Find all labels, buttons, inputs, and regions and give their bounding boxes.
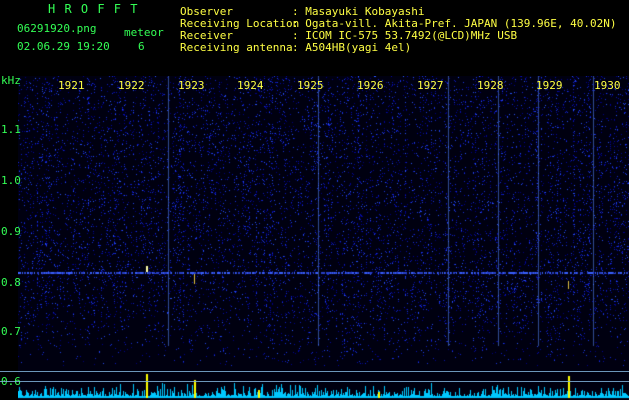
y-tick-0.9: 0.9 [1,225,21,238]
antenna-value: : A504HB(yagi 4el) [292,41,412,54]
y-tick-0.8: 0.8 [1,276,21,289]
meteor-count: 6 [138,40,145,53]
datetime: 02.06.29 19:20 [17,40,110,53]
receiver-label: Receiver [180,29,233,42]
antenna-label: Receiving antenna [180,41,293,54]
meteor-label: meteor [124,26,164,39]
x-tick-1924: 1924 [237,79,264,92]
x-tick-1923: 1923 [178,79,205,92]
y-tick-0.7: 0.7 [1,325,21,338]
location-label: Receiving Location [180,17,300,30]
x-tick-1922: 1922 [118,79,145,92]
file-name: 06291920.png [17,22,97,35]
app-title: H R O F F T [48,2,139,16]
x-tick-1929: 1929 [536,79,563,92]
reference-line-upper [0,371,629,372]
x-tick-1928: 1928 [477,79,504,92]
y-tick-1.0: 1.0 [1,174,21,187]
reference-line-lower [0,381,629,382]
x-tick-1926: 1926 [357,79,384,92]
y-unit-label: kHz [1,74,21,87]
y-tick-1.1: 1.1 [1,123,21,136]
x-tick-1921: 1921 [58,79,85,92]
location-value: : Ogata-vill. Akita-Pref. JAPAN (139.96E… [292,17,617,30]
x-tick-1927: 1927 [417,79,444,92]
observer-value: : Masayuki Kobayashi [292,5,425,18]
spectrogram [18,76,629,400]
x-tick-1930: 1930 [594,79,621,92]
observer-label: Observer [180,5,233,18]
x-tick-1925: 1925 [297,79,324,92]
receiver-value: : ICOM IC-575 53.7492(@LCD)MHz USB [292,29,518,42]
